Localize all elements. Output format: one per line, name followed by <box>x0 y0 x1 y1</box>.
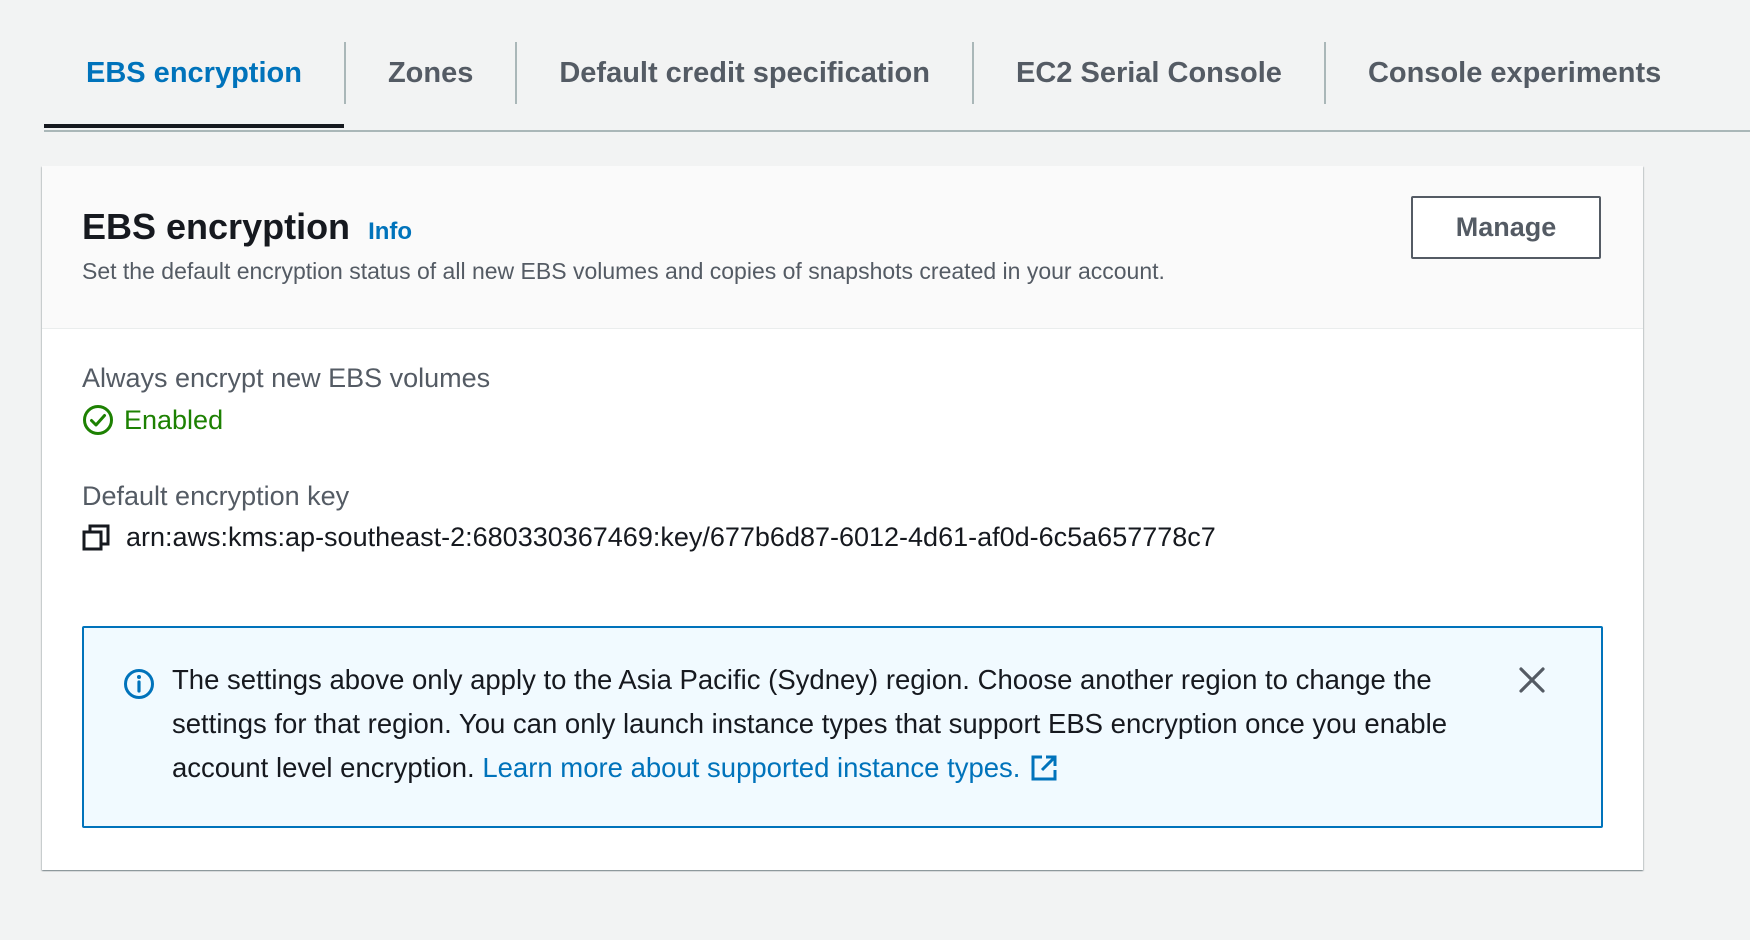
card-description: Set the default encryption status of all… <box>82 258 1165 284</box>
tab-console-experiments[interactable]: Console experiments <box>1326 42 1703 104</box>
always-encrypt-label: Always encrypt new EBS volumes <box>82 363 491 393</box>
card-header: EBS encryption Info Set the default encr… <box>42 166 1643 329</box>
card-title-row: EBS encryption Info <box>82 206 412 248</box>
close-icon[interactable] <box>1518 666 1546 694</box>
alert-message: The settings above only apply to the Asi… <box>172 658 1492 795</box>
tab-bar: EBS encryption Zones Default credit spec… <box>44 42 1750 132</box>
ebs-encryption-card: EBS encryption Info Set the default encr… <box>42 166 1643 870</box>
always-encrypt-status: Enabled <box>82 404 223 436</box>
external-link-icon <box>1030 751 1058 795</box>
always-encrypt-value: Enabled <box>124 404 224 435</box>
default-key-label: Default encryption key <box>82 481 350 511</box>
region-info-alert: The settings above only apply to the Asi… <box>82 626 1603 828</box>
tab-ebs-encryption[interactable]: EBS encryption <box>44 42 346 128</box>
learn-more-link-text: Learn more about supported instance type… <box>482 752 1021 783</box>
info-icon <box>123 668 155 705</box>
tab-zones[interactable]: Zones <box>346 42 518 104</box>
tab-ec2-serial-console[interactable]: EC2 Serial Console <box>974 42 1326 104</box>
card-title: EBS encryption <box>82 206 351 247</box>
default-key-value-row: arn:aws:kms:ap-southeast-2:680330367469:… <box>82 522 1216 553</box>
manage-button[interactable]: Manage <box>1411 196 1601 259</box>
copy-icon[interactable] <box>82 524 110 552</box>
learn-more-link[interactable]: Learn more about supported instance type… <box>482 752 1058 783</box>
tab-default-credit-specification[interactable]: Default credit specification <box>517 42 974 104</box>
check-circle-icon <box>82 404 114 436</box>
default-key-value: arn:aws:kms:ap-southeast-2:680330367469:… <box>126 522 1216 552</box>
info-link[interactable]: Info <box>368 218 412 246</box>
